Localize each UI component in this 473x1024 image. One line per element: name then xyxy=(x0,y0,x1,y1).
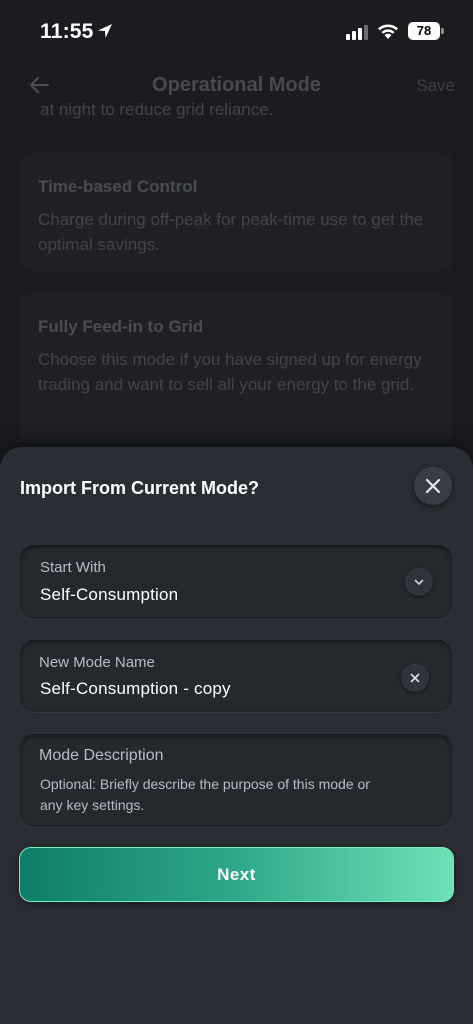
mode-card-description: Charge during off-peak for peak-time use… xyxy=(38,210,424,254)
background-page: Operational Mode Save at night to reduce… xyxy=(0,60,473,460)
close-icon xyxy=(425,478,441,494)
start-with-select[interactable]: Start With Self-Consumption xyxy=(20,545,452,619)
location-arrow-icon xyxy=(98,24,112,38)
sheet-title: Import From Current Mode? xyxy=(20,478,259,498)
partial-description: at night to reduce grid reliance. xyxy=(40,100,274,119)
wifi-icon xyxy=(378,24,398,39)
save-button: Save xyxy=(416,76,455,95)
start-with-dropdown-button[interactable] xyxy=(405,568,433,596)
mode-description-placeholder: Optional: Briefly describe the purpose o… xyxy=(40,776,370,813)
page-title: Operational Mode xyxy=(152,74,321,96)
mode-card-description: Choose this mode if you have signed up f… xyxy=(38,350,422,394)
start-with-label: Start With xyxy=(40,559,106,576)
mode-description-field[interactable]: Mode Description Optional: Briefly descr… xyxy=(20,734,452,827)
start-with-value: Self-Consumption xyxy=(40,585,179,604)
status-time: 11:55 xyxy=(40,20,94,43)
mode-description-label: Mode Description xyxy=(39,747,164,764)
mode-card-feed-in: Fully Feed-in to Grid Choose this mode i… xyxy=(20,293,453,443)
battery-indicator: 78 xyxy=(408,22,440,40)
mode-card-title: Fully Feed-in to Grid xyxy=(38,317,204,336)
mode-card-title: Time-based Control xyxy=(38,177,198,196)
chevron-down-icon xyxy=(414,579,424,585)
import-mode-sheet: Import From Current Mode? Start With Sel… xyxy=(0,447,473,1024)
signal-icon xyxy=(346,25,368,40)
new-mode-name-field[interactable]: New Mode Name Self-Consumption - copy xyxy=(20,640,452,712)
new-mode-name-value: Self-Consumption - copy xyxy=(40,679,231,698)
next-button[interactable]: Next xyxy=(19,847,454,902)
battery-cap xyxy=(441,28,444,34)
status-bar: 11:55 78 xyxy=(0,0,473,60)
clear-name-button[interactable] xyxy=(401,664,429,692)
mode-card-time-based: Time-based Control Charge during off-pea… xyxy=(20,153,453,271)
new-mode-name-label: New Mode Name xyxy=(39,654,155,671)
clear-icon xyxy=(410,673,420,683)
close-button[interactable] xyxy=(414,467,452,505)
